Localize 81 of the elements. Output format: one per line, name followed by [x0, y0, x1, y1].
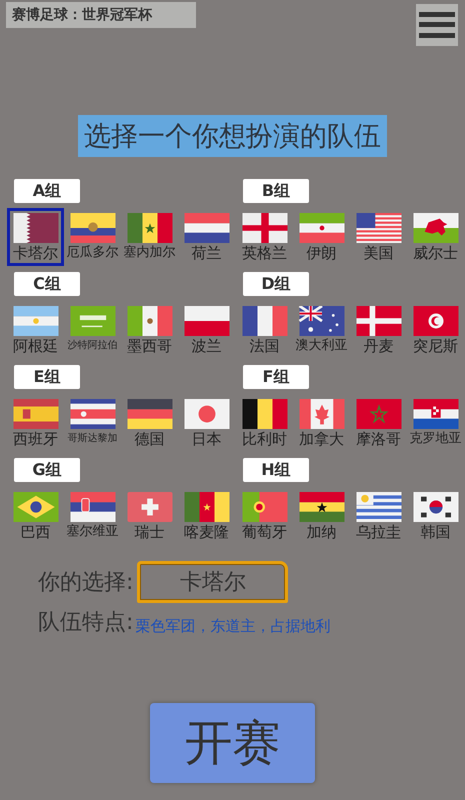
- flag-icon: [126, 399, 174, 429]
- flag-icon: [298, 213, 346, 243]
- group-label: F组: [243, 365, 309, 389]
- page-heading: 选择一个你想扮演的队伍: [78, 115, 387, 157]
- flag-icon: [12, 306, 60, 336]
- team-option[interactable]: 葡萄牙: [236, 487, 293, 545]
- team-option[interactable]: 西班牙: [7, 394, 64, 452]
- flag-icon: [240, 213, 288, 243]
- team-option[interactable]: 喀麦隆: [178, 487, 235, 545]
- team-option[interactable]: 伊朗: [293, 208, 350, 266]
- team-option[interactable]: 卡塔尔: [7, 208, 64, 266]
- team-option[interactable]: 德国: [121, 394, 178, 452]
- flag-icon: [354, 399, 402, 429]
- team-option[interactable]: 塞内加尔: [121, 208, 178, 266]
- team-traits: 栗色军团，东道主，占据地利: [135, 616, 330, 636]
- team-option[interactable]: 克罗地亚: [407, 394, 464, 452]
- flag-icon: [412, 213, 460, 243]
- team-option[interactable]: 英格兰: [236, 208, 293, 266]
- flag-icon: [412, 399, 460, 429]
- team-option[interactable]: 澳大利亚: [293, 301, 350, 359]
- flag-icon: [298, 399, 346, 429]
- team-option[interactable]: 哥斯达黎加: [64, 394, 121, 452]
- flag-icon: [182, 306, 230, 336]
- team-option[interactable]: 摩洛哥: [350, 394, 407, 452]
- team-option[interactable]: 韩国: [407, 487, 464, 545]
- team-option[interactable]: 法国: [236, 301, 293, 359]
- flag-icon: [240, 492, 288, 522]
- flag-icon: [68, 399, 116, 429]
- flag-icon: [354, 213, 402, 243]
- flag-icon: [412, 306, 460, 336]
- group-label: A组: [14, 179, 80, 203]
- group-label: E组: [14, 365, 80, 389]
- team-option[interactable]: 沙特阿拉伯: [64, 301, 121, 359]
- group-label: C组: [14, 272, 80, 296]
- team-option[interactable]: 荷兰: [178, 208, 235, 266]
- flag-icon: [68, 213, 116, 243]
- traits-label: 队伍特点:: [38, 609, 134, 637]
- flag-icon: [12, 399, 60, 429]
- group-label: H组: [243, 458, 309, 482]
- flag-icon: [126, 306, 174, 336]
- team-option[interactable]: 美国: [350, 208, 407, 266]
- team-option[interactable]: 波兰: [178, 301, 235, 359]
- group-label: G组: [14, 458, 80, 482]
- start-button[interactable]: 开赛: [150, 703, 315, 783]
- flag-icon: [298, 306, 346, 336]
- team-option[interactable]: 瑞士: [121, 487, 178, 545]
- team-option[interactable]: 巴西: [7, 487, 64, 545]
- flag-icon: [182, 492, 230, 522]
- team-option[interactable]: 加纳: [293, 487, 350, 545]
- choice-label: 你的选择:: [38, 569, 134, 597]
- flag-icon: [182, 213, 230, 243]
- flag-icon: [298, 492, 346, 522]
- menu-icon: [419, 9, 455, 41]
- team-option[interactable]: 日本: [178, 394, 235, 452]
- flag-icon: [126, 492, 174, 522]
- selected-team: 卡塔尔: [137, 561, 288, 603]
- team-option[interactable]: 突尼斯: [407, 301, 464, 359]
- team-option[interactable]: 阿根廷: [7, 301, 64, 359]
- flag-icon: [354, 492, 402, 522]
- team-option[interactable]: 加拿大: [293, 394, 350, 452]
- team-option[interactable]: 塞尔维亚: [64, 487, 121, 545]
- group-label: D组: [243, 272, 309, 296]
- team-option[interactable]: 威尔士: [407, 208, 464, 266]
- team-option[interactable]: 乌拉圭: [350, 487, 407, 545]
- flag-icon: [412, 492, 460, 522]
- menu-button[interactable]: [416, 4, 458, 46]
- team-option[interactable]: 厄瓜多尔: [64, 208, 121, 266]
- team-option[interactable]: 比利时: [236, 394, 293, 452]
- team-option[interactable]: 墨西哥: [121, 301, 178, 359]
- team-option[interactable]: 丹麦: [350, 301, 407, 359]
- flag-icon: [240, 399, 288, 429]
- app-title: 赛博足球：世界冠军杯: [6, 2, 196, 28]
- flag-icon: [354, 306, 402, 336]
- flag-icon: [240, 306, 288, 336]
- flag-icon: [68, 492, 116, 522]
- flag-icon: [12, 492, 60, 522]
- flag-icon: [68, 306, 116, 336]
- flag-icon: [182, 399, 230, 429]
- group-label: B组: [243, 179, 309, 203]
- flag-icon: [12, 213, 60, 243]
- flag-icon: [126, 213, 174, 243]
